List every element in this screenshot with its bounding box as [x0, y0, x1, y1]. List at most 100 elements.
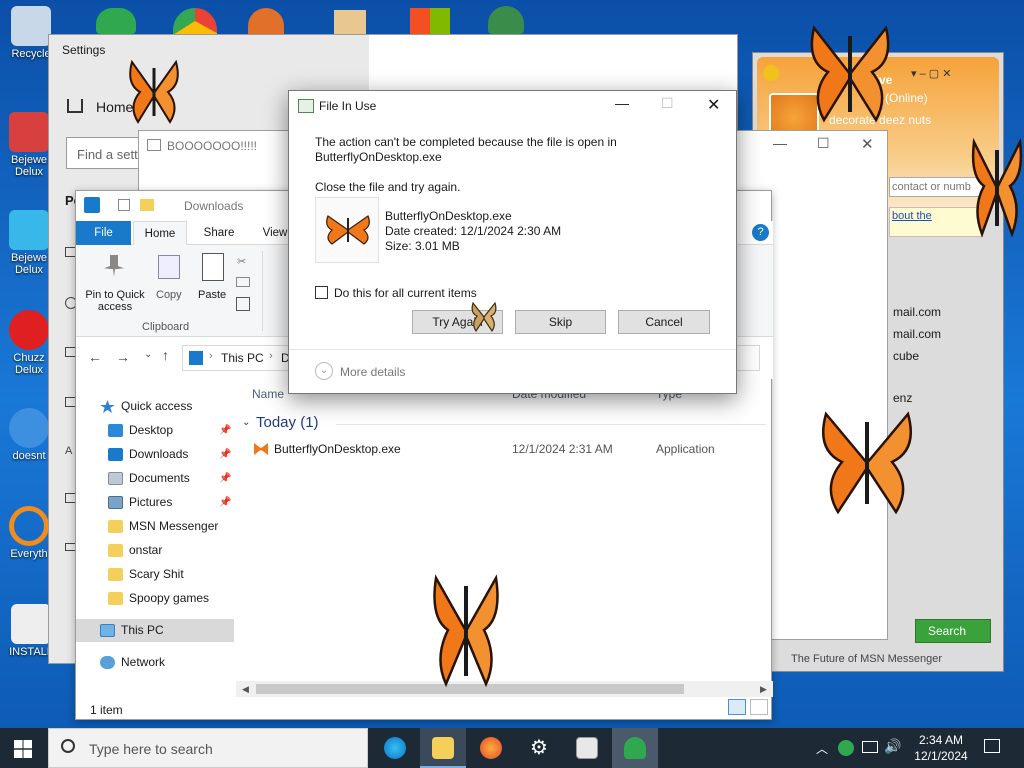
sidebar-item-msn-messenger[interactable]: MSN Messenger: [76, 515, 234, 538]
chevron-right-icon[interactable]: ›: [209, 350, 213, 362]
chevron-down-icon[interactable]: ⌄: [315, 362, 333, 380]
dialog-divider: [289, 349, 736, 350]
help-icon[interactable]: ?: [752, 224, 769, 241]
app-icon[interactable]: [248, 8, 284, 34]
dialog-minimize-button[interactable]: —: [615, 95, 629, 111]
apply-all-checkbox[interactable]: [315, 286, 328, 299]
sidebar-item-this-pc[interactable]: This PC: [76, 619, 234, 642]
msn-icon[interactable]: [96, 8, 136, 34]
butterfly-icon: [254, 443, 268, 455]
taskbar-search[interactable]: Type here to search: [48, 728, 368, 768]
pin-quick-access-button[interactable]: Pin to Quick access: [80, 289, 150, 313]
chevron-right-icon[interactable]: ›: [269, 350, 273, 362]
column-header-name[interactable]: Name: [252, 387, 284, 401]
sidebar-item-spoopy-games[interactable]: Spoopy games: [76, 587, 234, 610]
contact-item[interactable]: mail.com: [893, 327, 941, 341]
properties-icon[interactable]: [118, 199, 130, 211]
butterfly-icon[interactable]: [970, 136, 1024, 240]
msn-info-link[interactable]: bout the: [892, 210, 932, 222]
sidebar-item-documents[interactable]: Documents 📌: [76, 467, 234, 490]
scroll-right-icon[interactable]: ▶: [760, 681, 767, 697]
chrome-icon[interactable]: [173, 8, 217, 34]
cancel-button[interactable]: Cancel: [618, 310, 710, 334]
boo-title: BOOOOOOO!!!!!: [167, 139, 258, 153]
network-icon: [100, 656, 115, 669]
bejeweled-gem-icon: [9, 210, 49, 250]
pin-icon: 📌: [219, 449, 232, 460]
scroll-left-icon[interactable]: ◀: [242, 681, 249, 697]
documents-folder-icon: [108, 472, 123, 485]
app-icon: [9, 408, 49, 448]
sidebar-item-desktop[interactable]: Desktop 📌: [76, 419, 234, 442]
folder-icon: [108, 544, 123, 557]
boo-maximize-button[interactable]: ☐: [817, 135, 830, 152]
butterfly-icon[interactable]: [430, 572, 502, 690]
cut-icon[interactable]: ✂: [237, 255, 246, 268]
taskbar-firefox[interactable]: [468, 728, 514, 768]
back-icon[interactable]: ←: [88, 349, 102, 365]
folder-icon[interactable]: [140, 199, 154, 211]
chevron-up-icon[interactable]: ︿: [816, 740, 828, 757]
group-header-today[interactable]: Today (1): [256, 414, 319, 431]
paste-shortcut-icon[interactable]: [236, 297, 250, 311]
chevron-down-icon[interactable]: ⌄: [242, 417, 250, 428]
gear-icon: ⚙: [530, 737, 548, 759]
boo-close-button[interactable]: ✕: [861, 135, 874, 153]
butterfly-icon[interactable]: [470, 300, 498, 334]
network-icon[interactable]: [862, 741, 878, 753]
horizontal-scrollbar[interactable]: ◀ ▶: [236, 681, 773, 697]
taskbar-settings[interactable]: ⚙: [516, 728, 562, 768]
sidebar-item-pictures[interactable]: Pictures 📌: [76, 491, 234, 514]
boo-minimize-button[interactable]: —: [773, 135, 787, 151]
contact-item[interactable]: enz: [893, 391, 912, 405]
contact-item[interactable]: mail.com: [893, 305, 941, 319]
up-icon[interactable]: ↑: [162, 347, 169, 363]
file-in-use-dialog: File In Use — ☐ ✕ The action can't be co…: [288, 90, 737, 394]
msn-tray-icon[interactable]: [838, 740, 854, 756]
msn-search-button[interactable]: Search: [915, 619, 991, 643]
sidebar-item-onstar[interactable]: onstar: [76, 539, 234, 562]
volume-icon[interactable]: 🔊: [884, 738, 901, 755]
taskbar: Type here to search ⚙ ︿ 🔊 2:34 AM 12/1/2…: [0, 728, 1024, 768]
tab-home[interactable]: Home: [133, 221, 187, 245]
table-row[interactable]: ButterflyOnDesktop.exe 12/1/2024 2:31 AM…: [250, 439, 770, 461]
computer-icon: [100, 624, 115, 637]
tab-share[interactable]: Share: [192, 221, 246, 245]
paste-button[interactable]: Paste: [198, 289, 226, 301]
tab-file[interactable]: File: [76, 221, 131, 245]
apply-all-label[interactable]: Do this for all current items: [334, 286, 477, 300]
sidebar-item-quick-access[interactable]: Quick access: [76, 395, 234, 418]
msn-menu-icon[interactable]: [763, 65, 779, 81]
breadcrumb-this-pc[interactable]: This PC: [221, 351, 264, 365]
clock[interactable]: 2:34 AM 12/1/2024: [908, 732, 974, 764]
butterfly-icon[interactable]: [126, 58, 182, 128]
butterfly-icon[interactable]: [816, 408, 918, 518]
start-button[interactable]: [14, 740, 32, 758]
dialog-close-button[interactable]: ✕: [707, 95, 720, 115]
details-view-icon[interactable]: [728, 699, 746, 715]
notifications-icon[interactable]: [984, 739, 1000, 753]
sidebar-item-scary-shit[interactable]: Scary Shit: [76, 563, 234, 586]
office-icon[interactable]: [410, 8, 450, 34]
app-icon[interactable]: [334, 10, 366, 34]
sidebar-item-downloads[interactable]: Downloads 📌: [76, 443, 234, 466]
skip-button[interactable]: Skip: [515, 310, 606, 334]
taskbar-edge[interactable]: [372, 728, 418, 768]
copy-button[interactable]: Copy: [156, 289, 182, 301]
butterfly-icon[interactable]: [806, 22, 894, 126]
taskbar-msn[interactable]: [612, 728, 658, 768]
large-icons-view-icon[interactable]: [750, 699, 768, 715]
copy-path-icon[interactable]: [236, 277, 250, 287]
file-type: Application: [656, 442, 715, 456]
status-item-count: 1 item: [90, 703, 123, 717]
character-icon[interactable]: [488, 6, 524, 34]
recent-locations-icon[interactable]: ⌄: [144, 349, 152, 360]
taskbar-app[interactable]: [564, 728, 610, 768]
contact-item[interactable]: cube: [893, 349, 919, 363]
sidebar-item-network[interactable]: Network: [76, 651, 234, 674]
forward-icon[interactable]: →: [116, 349, 130, 365]
taskbar-file-explorer[interactable]: [420, 728, 466, 768]
msn-footer: The Future of MSN Messenger: [791, 653, 943, 665]
more-details-button[interactable]: More details: [340, 365, 405, 379]
msn-window-controls[interactable]: ▾ ‒ ▢ ✕: [911, 67, 951, 80]
